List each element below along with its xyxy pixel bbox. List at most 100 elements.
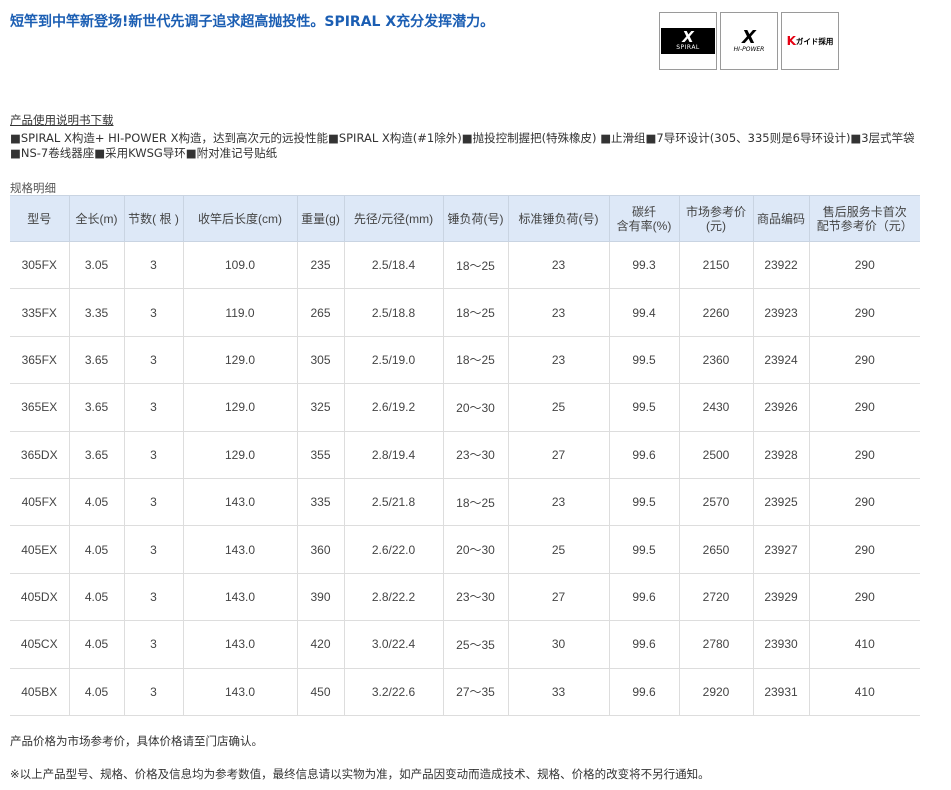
spiral-x-logo: X SPIRAL <box>659 12 717 70</box>
table-row: 405CX 4.05 3 143.0 420 3.0/22.4 25～35 30 99.6 278… <box>10 620 920 669</box>
column-header: 售后服务卡首次 配节参考价（元） <box>808 195 920 242</box>
table-cell: 25～35 <box>442 620 509 669</box>
table-cell: 4.05 <box>68 572 125 622</box>
table-cell: 143.0 <box>182 477 298 527</box>
table-cell: 360 <box>296 525 345 574</box>
table-row: 305FX 3.05 3 109.0 235 2.5/18.4 18～25 23 99.3 215… <box>10 240 920 290</box>
table-cell: 290 <box>808 240 920 290</box>
table-cell: 3 <box>123 288 184 337</box>
spec-table-body: 305FX 3.05 3 109.0 235 2.5/18.4 18～25 23 99.3 215… <box>10 240 920 716</box>
table-cell: 325 <box>296 383 345 432</box>
table-cell: 18～25 <box>442 477 509 527</box>
table-cell: 20～30 <box>442 383 509 432</box>
table-cell: 2.6/22.0 <box>343 525 444 574</box>
table-cell: 405BX <box>10 667 70 716</box>
table-cell: 143.0 <box>182 667 298 716</box>
table-cell: 99.6 <box>608 572 680 622</box>
spiral-x-text: SPIRAL <box>676 44 700 51</box>
table-row: 365DX 3.65 3 129.0 355 2.8/19.4 23～30 27 99.6 250… <box>10 430 920 479</box>
manual-download-link[interactable]: 产品使用说明书下载 <box>10 112 114 128</box>
table-cell: 99.5 <box>608 477 680 527</box>
table-cell: 290 <box>808 288 920 337</box>
table-cell: 25 <box>507 525 610 574</box>
table-cell: 2.5/19.0 <box>343 335 444 385</box>
table-cell: 410 <box>808 620 920 669</box>
table-cell: 3 <box>123 383 184 432</box>
table-cell: 99.5 <box>608 335 680 385</box>
table-cell: 290 <box>808 477 920 527</box>
table-cell: 2650 <box>678 525 754 574</box>
table-cell: 99.5 <box>608 525 680 574</box>
table-cell: 20～30 <box>442 525 509 574</box>
table-row: 365EX 3.65 3 129.0 325 2.6/19.2 20～30 25 99.5 243… <box>10 383 920 432</box>
column-header: 商品编码 <box>752 195 810 242</box>
column-header: 重量(g) <box>296 195 345 242</box>
table-cell: 2.5/18.8 <box>343 288 444 337</box>
table-cell: 290 <box>808 572 920 622</box>
column-header: 节数( 根 ) <box>123 195 184 242</box>
k-guide-logo: K ガイド採用 <box>781 12 839 70</box>
table-cell: 23 <box>507 335 610 385</box>
table-row: 365FX 3.65 3 129.0 305 2.5/19.0 18～25 23 99.5 236… <box>10 335 920 385</box>
table-cell: 99.6 <box>608 430 680 479</box>
table-cell: 18～25 <box>442 288 509 337</box>
column-header: 碳纤 含有率(%) <box>608 195 680 242</box>
k-guide-mark: K <box>786 34 796 48</box>
table-cell: 2780 <box>678 620 754 669</box>
table-cell: 23926 <box>752 383 810 432</box>
table-cell: 4.05 <box>68 620 125 669</box>
table-cell: 410 <box>808 667 920 716</box>
table-cell: 27 <box>507 430 610 479</box>
table-row: 405DX 4.05 3 143.0 390 2.8/22.2 23～30 27 99.6 272… <box>10 572 920 622</box>
table-cell: 2.6/19.2 <box>343 383 444 432</box>
table-cell: 3 <box>123 335 184 385</box>
table-cell: 99.4 <box>608 288 680 337</box>
table-cell: 335 <box>296 477 345 527</box>
table-cell: 3 <box>123 240 184 290</box>
table-cell: 2260 <box>678 288 754 337</box>
column-header: 锤负荷(号) <box>442 195 509 242</box>
table-cell: 2360 <box>678 335 754 385</box>
table-cell: 23 <box>507 240 610 290</box>
disclaimer-note: ※以上产品型号、规格、价格及信息均为参考数值，最终信息请以实物为准，如产品因变动… <box>10 767 710 781</box>
table-cell: 23925 <box>752 477 810 527</box>
table-cell: 290 <box>808 525 920 574</box>
table-cell: 143.0 <box>182 525 298 574</box>
table-cell: 355 <box>296 430 345 479</box>
table-cell: 23～30 <box>442 430 509 479</box>
table-cell: 23 <box>507 288 610 337</box>
column-header: 先径/元径(mm) <box>343 195 444 242</box>
table-cell: 305 <box>296 335 345 385</box>
table-cell: 3 <box>123 525 184 574</box>
table-cell: 23924 <box>752 335 810 385</box>
table-cell: 23928 <box>752 430 810 479</box>
table-cell: 3.35 <box>68 288 125 337</box>
table-cell: 235 <box>296 240 345 290</box>
table-cell: 405FX <box>10 477 70 527</box>
table-cell: 23927 <box>752 525 810 574</box>
table-cell: 18～25 <box>442 240 509 290</box>
table-cell: 4.05 <box>68 667 125 716</box>
column-header: 全长(m) <box>68 195 125 242</box>
table-cell: 405EX <box>10 525 70 574</box>
table-cell: 18～25 <box>442 335 509 385</box>
table-cell: 2920 <box>678 667 754 716</box>
table-cell: 305FX <box>10 240 70 290</box>
spec-section-title: 规格明细 <box>10 181 56 195</box>
table-cell: 129.0 <box>182 430 298 479</box>
table-cell: 143.0 <box>182 572 298 622</box>
table-cell: 405CX <box>10 620 70 669</box>
table-cell: 33 <box>507 667 610 716</box>
table-cell: 2430 <box>678 383 754 432</box>
table-cell: 23931 <box>752 667 810 716</box>
table-cell: 99.3 <box>608 240 680 290</box>
table-cell: 23923 <box>752 288 810 337</box>
table-cell: 3 <box>123 430 184 479</box>
header-row: 型号 全长(m) 节数( 根 ) 收竿后长度(cm) 重量(g) 先径/元径(mm) 锤负荷… <box>10 195 920 242</box>
spec-table: 型号 全长(m) 节数( 根 ) 收竿后长度(cm) 重量(g) 先径/元径(mm) 锤负荷… <box>10 195 920 716</box>
table-cell: 2720 <box>678 572 754 622</box>
table-cell: 365FX <box>10 335 70 385</box>
table-cell: 2.5/18.4 <box>343 240 444 290</box>
table-cell: 2.8/22.2 <box>343 572 444 622</box>
table-cell: 405DX <box>10 572 70 622</box>
